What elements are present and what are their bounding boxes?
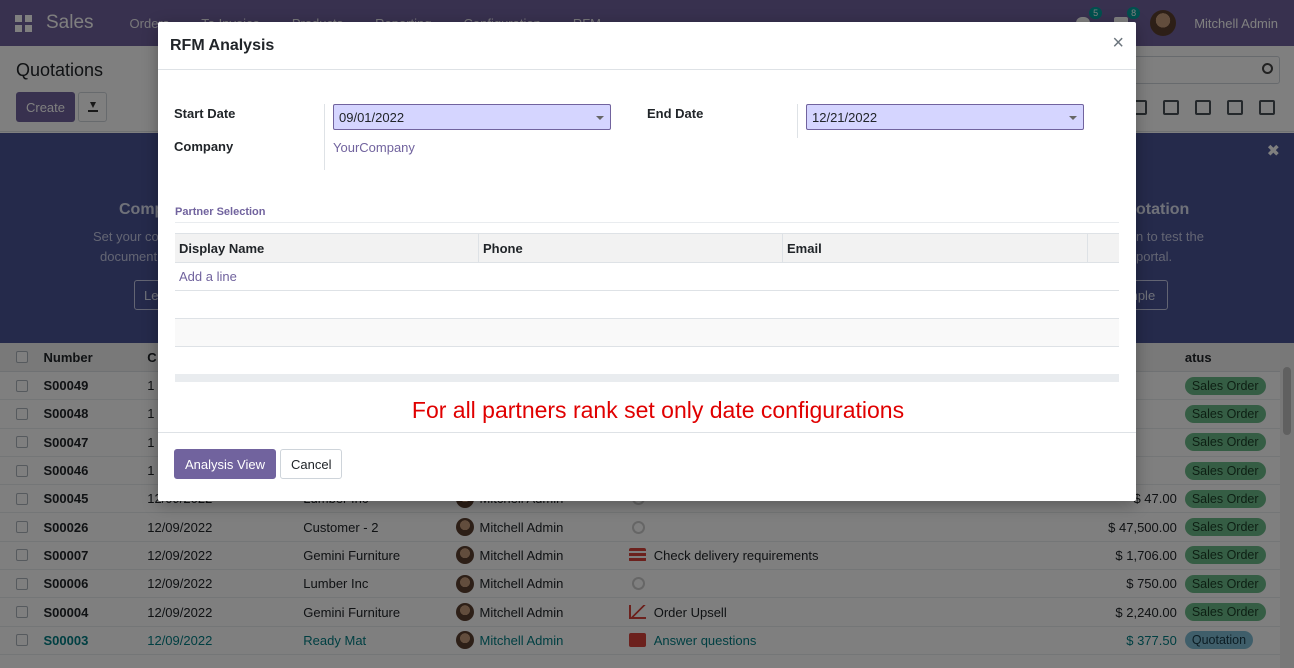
end-date-label: End Date — [647, 106, 704, 121]
analysis-view-button[interactable]: Analysis View — [174, 449, 276, 479]
dialog-title: RFM Analysis — [170, 37, 275, 54]
rfm-analysis-dialog: RFM Analysis × Start Date 09/01/2022 Com… — [158, 22, 1136, 501]
empty-table-row — [175, 291, 1119, 319]
column-header-phone[interactable]: Phone — [479, 234, 783, 262]
field-separator — [797, 104, 798, 138]
cancel-button[interactable]: Cancel — [280, 449, 343, 479]
partner-selection-title: Partner Selection — [175, 206, 266, 218]
field-separator — [324, 104, 325, 170]
table-header: Display Name Phone Email — [175, 233, 1119, 263]
close-icon[interactable]: × — [1112, 32, 1124, 55]
company-value[interactable]: YourCompany — [333, 140, 415, 155]
chevron-down-icon[interactable] — [596, 116, 604, 120]
dialog-header: RFM Analysis × — [158, 22, 1136, 70]
chevron-down-icon[interactable] — [1069, 116, 1077, 120]
section-divider — [175, 222, 1119, 223]
end-date-value: 12/21/2022 — [812, 110, 878, 125]
partner-selection-table: Display Name Phone Email Add a line — [175, 233, 1119, 382]
column-header-actions — [1088, 234, 1119, 262]
annotation-text: For all partners rank set only date conf… — [411, 397, 905, 423]
table-footer — [175, 374, 1119, 382]
end-date-input[interactable]: 12/21/2022 — [806, 104, 1084, 130]
company-label: Company — [174, 139, 234, 154]
column-header-display-name[interactable]: Display Name — [175, 234, 479, 262]
start-date-value: 09/01/2022 — [339, 110, 405, 125]
add-a-line-link[interactable]: Add a line — [175, 263, 1119, 291]
empty-table-row — [175, 319, 1119, 347]
start-date-input[interactable]: 09/01/2022 — [333, 104, 611, 130]
dialog-footer: Analysis View Cancel — [158, 432, 1136, 501]
start-date-label: Start Date — [174, 106, 236, 121]
column-header-email[interactable]: Email — [783, 234, 1088, 262]
